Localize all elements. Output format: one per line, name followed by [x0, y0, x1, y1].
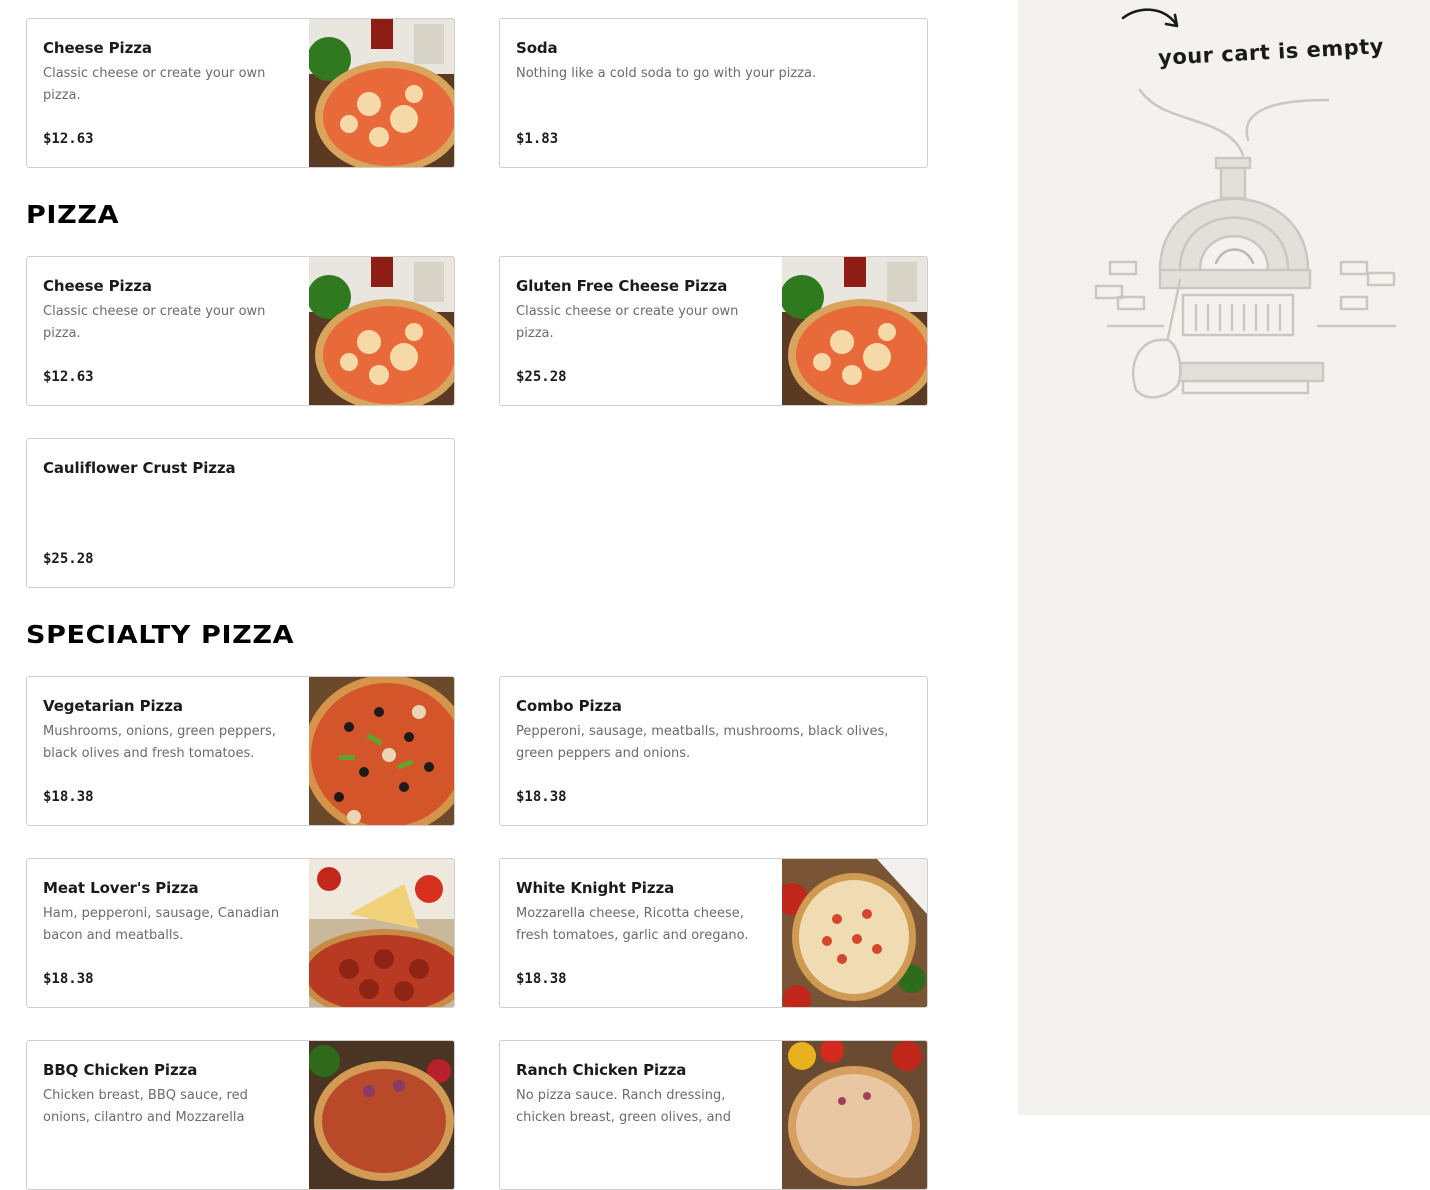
menu-item-card[interactable]: Gluten Free Cheese Pizza Classic cheese … [499, 256, 928, 406]
cheese-pizza-image [309, 257, 454, 405]
menu-item-card[interactable]: Ranch Chicken Pizza No pizza sauce. Ranc… [499, 1040, 928, 1190]
item-description [43, 483, 438, 527]
item-name: Cauliflower Crust Pizza [43, 459, 236, 477]
item-name: Meat Lover's Pizza [43, 879, 199, 897]
bbq-chicken-pizza-image [309, 1041, 454, 1189]
item-price: $12.63 [43, 369, 94, 385]
menu-item-card[interactable]: Combo Pizza Pepperoni, sausage, meatball… [499, 676, 928, 826]
pizza-oven-illustration [1094, 88, 1397, 399]
menu-item-card[interactable]: Meat Lover's Pizza Ham, pepperoni, sausa… [26, 858, 455, 1008]
cart-panel: your cart is empty [1018, 0, 1430, 1115]
menu-panel: Cheese Pizza Classic cheese or create yo… [0, 0, 1018, 1190]
item-name: Combo Pizza [516, 697, 622, 715]
item-name: Cheese Pizza [43, 277, 152, 295]
item-description: Mozzarella cheese, Ricotta cheese, fresh… [516, 906, 749, 943]
meat-lovers-pizza-image [309, 859, 454, 1007]
item-name: Vegetarian Pizza [43, 697, 183, 715]
cheese-pizza-image [782, 257, 927, 405]
item-description: Pepperoni, sausage, meatballs, mushrooms… [516, 724, 889, 761]
item-description: Nothing like a cold soda to go with your… [516, 66, 817, 81]
ranch-chicken-pizza-image [782, 1041, 927, 1189]
item-name: Ranch Chicken Pizza [516, 1061, 687, 1079]
item-description: Classic cheese or create your own pizza. [516, 304, 739, 341]
menu-item-card[interactable]: Cheese Pizza Classic cheese or create yo… [26, 18, 455, 168]
white-knight-pizza-image [782, 859, 927, 1007]
menu-item-card[interactable]: BBQ Chicken Pizza Chicken breast, BBQ sa… [26, 1040, 455, 1190]
menu-item-card[interactable]: Soda Nothing like a cold soda to go with… [499, 18, 928, 168]
item-description: Mushrooms, onions, green peppers, black … [43, 724, 276, 761]
section-title-specialty-pizza: SPECIALTY PIZZA [26, 620, 295, 649]
item-price: $12.63 [43, 131, 94, 147]
item-name: White Knight Pizza [516, 879, 675, 897]
item-description: Ham, pepperoni, sausage, Canadian bacon … [43, 906, 280, 943]
item-name: Gluten Free Cheese Pizza [516, 277, 728, 295]
item-price: $1.83 [516, 131, 559, 147]
curved-arrow-icon [1121, 8, 1179, 28]
item-description: No pizza sauce. Ranch dressing, chicken … [516, 1088, 732, 1125]
cart-empty-label: your cart is empty [1157, 34, 1385, 70]
item-name: Soda [516, 39, 558, 57]
vegetarian-pizza-image [309, 677, 454, 825]
item-description: Classic cheese or create your own pizza. [43, 304, 266, 341]
item-name: Cheese Pizza [43, 39, 152, 57]
menu-item-card[interactable]: White Knight Pizza Mozzarella cheese, Ri… [499, 858, 928, 1008]
item-description: Chicken breast, BBQ sauce, red onions, c… [43, 1088, 248, 1125]
item-price: $25.28 [43, 551, 94, 567]
menu-item-card[interactable]: Cauliflower Crust Pizza $25.28 [26, 438, 455, 588]
item-price: $18.38 [516, 789, 567, 805]
item-name: BBQ Chicken Pizza [43, 1061, 198, 1079]
cheese-pizza-image [309, 19, 454, 167]
item-price: $18.38 [43, 971, 94, 987]
item-price: $18.38 [43, 789, 94, 805]
menu-item-card[interactable]: Cheese Pizza Classic cheese or create yo… [26, 256, 455, 406]
menu-item-card[interactable]: Vegetarian Pizza Mushrooms, onions, gree… [26, 676, 455, 826]
item-price: $18.38 [516, 971, 567, 987]
item-price: $25.28 [516, 369, 567, 385]
section-title-pizza: PIZZA [26, 200, 120, 229]
item-description: Classic cheese or create your own pizza. [43, 66, 266, 103]
